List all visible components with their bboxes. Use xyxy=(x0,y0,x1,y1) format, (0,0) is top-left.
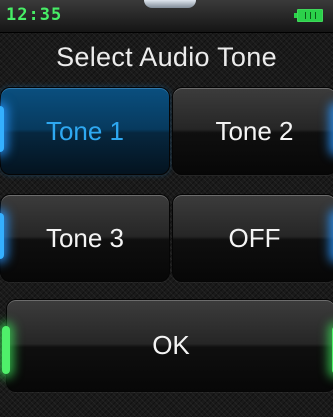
tone-3-button[interactable]: Tone 3 xyxy=(0,194,170,282)
tone-2-label: Tone 2 xyxy=(215,115,294,146)
status-bar: 12:35 xyxy=(0,0,333,33)
top-handle-decoration xyxy=(144,0,196,8)
clock-time: 12:35 xyxy=(6,5,63,25)
tone-3-label: Tone 3 xyxy=(45,222,125,253)
tone-1-button[interactable]: Tone 1 xyxy=(0,87,170,175)
tone-2-button[interactable]: Tone 2 xyxy=(172,87,333,175)
ok-glow-left xyxy=(2,326,10,374)
battery-segment-divider xyxy=(310,12,311,19)
edge-glow-indicator xyxy=(0,213,4,259)
ok-button[interactable]: OK xyxy=(2,299,333,392)
off-button[interactable]: OFF xyxy=(172,194,333,282)
selection-glow-indicator xyxy=(0,106,4,152)
battery-full-icon xyxy=(294,9,323,22)
battery-segment-divider xyxy=(315,12,316,19)
tone-1-label: Tone 1 xyxy=(45,115,125,146)
page-title: Select Audio Tone xyxy=(56,42,277,72)
off-label: OFF xyxy=(228,222,281,253)
audio-tone-screen: 12:35 Select Audio Tone Tone 1 Tone 2 To… xyxy=(0,0,333,417)
battery-segment-divider xyxy=(305,12,306,19)
ok-label: OK xyxy=(152,330,190,360)
